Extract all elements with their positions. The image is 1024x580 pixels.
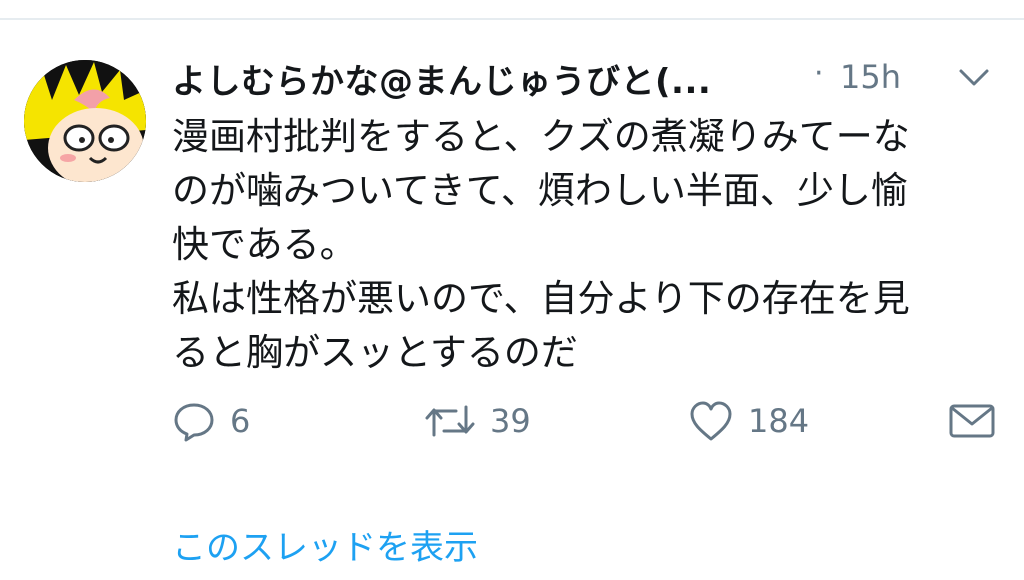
reply-count: 6 <box>230 402 251 440</box>
tweet-text: 漫画村批判をすると、クズの煮凝りみてーな のが噛みついてきて、煩わしい半面、少し… <box>172 110 1002 380</box>
tweet-text-line: のが噛みついてきて、煩わしい半面、少し愉 <box>172 169 908 212</box>
like-count: 184 <box>748 402 810 440</box>
direct-message-button[interactable] <box>948 395 996 447</box>
heart-icon <box>690 401 732 441</box>
author-avatar[interactable] <box>24 60 146 182</box>
header-separator: · <box>814 56 824 91</box>
tweet-text-line: 私は性格が悪いので、自分より下の存在を見 <box>172 277 910 320</box>
tweet-text-line: 快である。 <box>172 223 357 266</box>
tweet-text-line: ると胸がスッとするのだ <box>172 331 578 374</box>
retweet-count: 39 <box>490 402 531 440</box>
top-divider <box>0 18 1024 20</box>
cartoon-avatar-icon <box>24 60 146 182</box>
reply-button[interactable]: 6 <box>172 395 250 447</box>
show-thread-link[interactable]: このスレッドを表示 <box>172 520 478 569</box>
author-display-name[interactable]: よしむらかな@まんじゅうびと(... <box>172 54 711 103</box>
mail-icon <box>949 404 995 438</box>
tweet-actions: 6 39 184 <box>172 395 1002 447</box>
retweet-button[interactable]: 39 <box>424 395 531 447</box>
reply-icon <box>174 403 214 442</box>
chevron-down-icon[interactable] <box>958 68 990 88</box>
like-button[interactable]: 184 <box>688 395 809 447</box>
tweet-timestamp[interactable]: 15h <box>840 58 901 96</box>
tweet-text-line: 漫画村批判をすると、クズの煮凝りみてーな <box>172 115 910 158</box>
tweet-header: よしむらかな@まんじゅうびと(... · 15h <box>172 50 1002 106</box>
retweet-icon <box>425 405 475 437</box>
